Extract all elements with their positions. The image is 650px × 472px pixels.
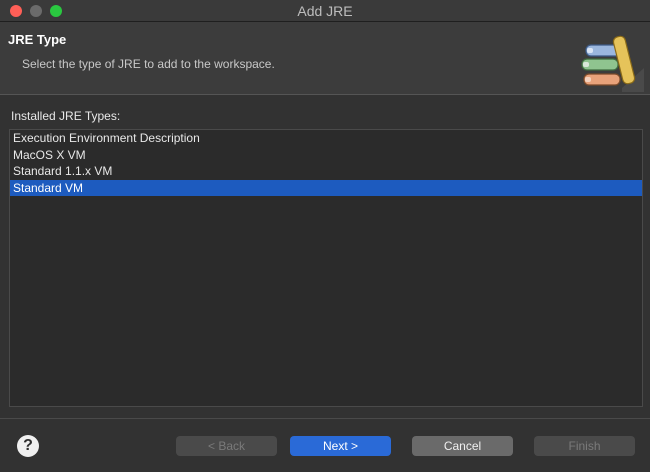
list-item-standard-vm[interactable]: Standard VM — [10, 179, 642, 196]
footer-divider — [0, 418, 650, 419]
title-bar: Add JRE — [0, 0, 650, 22]
installed-jre-types-label: Installed JRE Types: — [11, 109, 121, 123]
back-button[interactable]: < Back — [176, 436, 277, 456]
next-button[interactable]: Next > — [290, 436, 391, 456]
list-item-macos-x-vm[interactable]: MacOS X VM — [10, 147, 642, 164]
window-title: Add JRE — [297, 3, 353, 19]
page-title: JRE Type — [8, 32, 67, 47]
help-button[interactable]: ? — [17, 435, 39, 457]
jre-types-list[interactable]: Execution Environment Description MacOS … — [9, 129, 643, 407]
list-item-execution-environment[interactable]: Execution Environment Description — [10, 130, 642, 147]
add-jre-dialog: Add JRE JRE Type Select the type of JRE … — [0, 0, 650, 472]
finish-button[interactable]: Finish — [534, 436, 635, 456]
list-item-standard-1-1-x-vm[interactable]: Standard 1.1.x VM — [10, 163, 642, 180]
jar-library-icon — [581, 35, 644, 92]
page-description: Select the type of JRE to add to the wor… — [22, 57, 275, 71]
wizard-banner: JRE Type Select the type of JRE to add t… — [0, 22, 650, 95]
cancel-button[interactable]: Cancel — [412, 436, 513, 456]
